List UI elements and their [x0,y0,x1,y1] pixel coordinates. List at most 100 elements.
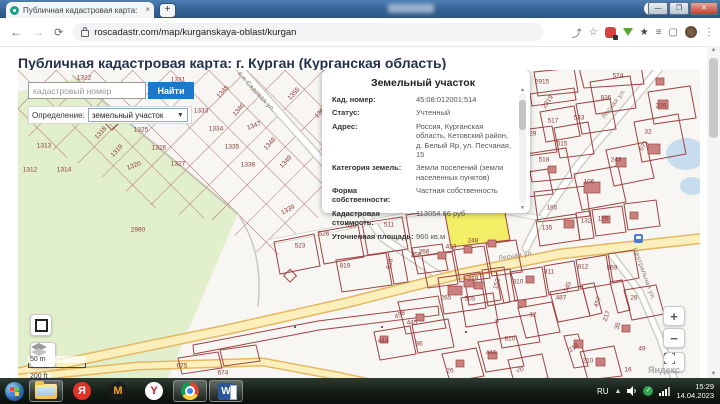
panel-scroll-thumb[interactable] [519,100,526,130]
tab-close-icon[interactable]: × [145,6,150,14]
window-controls: — ❐ ✕ [648,2,718,15]
clock-time: 15:29 [695,382,714,391]
measure-icon [34,318,48,332]
parcel-label: 518 [538,156,550,164]
download-extension-icon[interactable] [622,28,633,36]
panel-rows: Кад. номер: 45:08:012001:514 Статус: Учтенн… [332,95,514,241]
parcel-label: 526 [318,230,330,238]
parcel-label: 243 [610,156,622,164]
taskbar-explorer-button[interactable] [29,380,63,402]
system-tray: RU ▲ ✓ 15:29 14.04.2023 [597,382,718,400]
yandex-attribution: Яндекс [648,365,681,375]
parcel-label: 135 [541,224,553,232]
sidebar-icon[interactable]: ▢ [669,27,678,38]
parcel-label: 820 [504,335,516,343]
close-button[interactable]: ✕ [690,2,718,15]
info-row: Форма собственности: Частная собственност… [332,186,498,205]
parcel-label: 517 [547,117,559,125]
network-icon[interactable] [659,386,671,396]
scroll-down-icon[interactable]: ▼ [519,205,526,211]
parcel-label: 569 [606,264,618,272]
parcel-label: 2980 [130,226,146,234]
address-bar[interactable]: roscadastr.com/map/kurganskaya-oblast/ku… [73,23,544,41]
new-tab-button[interactable]: + [159,3,176,18]
chrome-icon [181,382,199,400]
parcel-label: 36 [415,340,423,348]
folder-icon [35,380,57,399]
parcel-label: 26 [446,367,454,375]
search-input[interactable] [28,82,146,99]
panel-title: Земельный участок [371,77,475,89]
taskbar-amigo-button[interactable]: M [101,380,135,402]
cadastral-map[interactable]: 1322133113321333133413351336131313121314… [18,70,700,378]
forward-icon[interactable]: → [32,25,44,39]
parcel-label: 812 [577,263,589,271]
parcel-label: 1313 [36,142,52,150]
info-row: Адрес: Россия, Курганская область, Кетовс… [332,121,512,159]
search-button[interactable]: Найти [148,82,194,99]
speaker-icon[interactable] [627,386,637,396]
profile-avatar[interactable] [685,26,697,38]
taskbar-word-button[interactable]: W [209,380,243,402]
page-scrollbar[interactable]: ▲ ▼ [707,46,720,378]
toolbar-icons: ⤴ ☆ ★ ≡ ▢ ⋮ [572,25,714,40]
parcel-label: 1322 [76,74,92,82]
screen: { "browser": { "tab_title": "Публичная к… [0,0,720,404]
taskbar-chrome-button[interactable] [173,380,207,402]
titlebar-blurred-text [388,4,434,13]
parcel-label: 185 [546,204,558,212]
browser-tab[interactable]: Публичная кадастровая карта: × [6,2,154,18]
info-row: Уточненная площадь: 960 кв.м [332,231,446,241]
parcel-label: 810 [512,278,524,286]
zoom-in-button[interactable]: + [663,306,685,326]
tray-expand-icon[interactable]: ▲ [615,388,622,395]
info-row: Статус: Учтенный [332,108,451,118]
scroll-up-icon[interactable]: ▲ [519,87,526,93]
back-icon[interactable]: ← [10,25,22,39]
page-scroll-thumb[interactable] [709,58,718,138]
parcel-label: 1333 [193,107,209,115]
definition-filter: Определение: земельный участок ▼ [28,106,192,124]
scroll-up-icon[interactable]: ▲ [707,47,720,53]
parcel-label: 32 [644,128,652,136]
parcel-label: 1336 [240,161,256,169]
share-icon[interactable]: ⤴ [572,25,582,40]
parcel-label: 1327 [170,160,186,168]
taskbar-clock[interactable]: 15:29 14.04.2023 [676,382,714,400]
windows-logo-icon [10,386,19,396]
taskbar-yandex-button[interactable]: Y [137,380,171,402]
start-button[interactable] [5,381,24,401]
parcel-label: 2915 [534,78,550,86]
parcel-label: 1334 [208,125,224,133]
zoom-out-button[interactable]: − [663,328,685,348]
measure-tool-button[interactable] [30,314,52,336]
panel-scrollbar[interactable]: ▲ ▼ [519,87,526,211]
minimize-button[interactable]: — [648,2,668,15]
definition-value: земельный участок [91,110,164,120]
bookmark-star-icon[interactable]: ☆ [589,27,598,38]
amigo-icon: M [109,382,127,400]
yandex-browser-icon: Я [73,382,91,400]
parcel-label: 1326 [151,144,167,152]
definition-select[interactable]: земельный участок ▼ [87,108,188,122]
maximize-button[interactable]: ❐ [669,2,689,15]
taskbar-yandex-browser-button[interactable]: Я [65,380,99,402]
antivirus-tray-icon[interactable]: ✓ [643,386,654,396]
parcel-label: 16 [624,366,632,374]
adblock-extension-icon[interactable] [604,26,618,40]
language-indicator[interactable]: RU [597,387,609,396]
layers-icon [31,343,47,356]
parcel-label: 811 [543,268,555,276]
scale-label: 50 m [28,356,86,363]
reload-icon[interactable]: ⟳ [54,26,63,39]
reading-list-icon[interactable]: ≡ [656,27,662,38]
parcel-label: 487 [555,294,567,302]
parcel-label: 446 [485,349,497,357]
scroll-down-icon[interactable]: ▼ [707,371,720,377]
yandex-icon: Y [145,382,163,400]
parcel-label: 444 [377,337,389,345]
parcel-label: 132 [580,217,592,225]
menu-dots-icon[interactable]: ⋮ [704,27,714,38]
pinned-extension-icon[interactable]: ★ [640,27,649,38]
map-search: Найти [28,82,194,99]
